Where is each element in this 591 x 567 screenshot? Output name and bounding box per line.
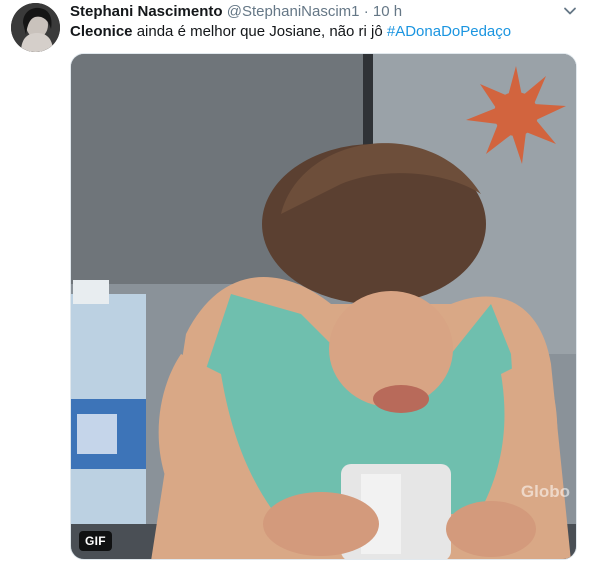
separator-dot: · (363, 3, 369, 20)
hashtag-link[interactable]: #ADonaDoPedaço (387, 23, 511, 40)
gif-badge: GIF (79, 531, 112, 551)
display-name[interactable]: Stephani Nascimento (70, 3, 223, 20)
channel-watermark: Globo (520, 482, 570, 501)
tweet-header: Stephani Nascimento @StephaniNascim1 · 1… (70, 2, 402, 22)
tweet[interactable]: Stephani Nascimento @StephaniNascim1 · 1… (0, 0, 591, 567)
avatar[interactable] (11, 3, 60, 52)
chevron-down-icon[interactable] (563, 4, 577, 18)
gif-media[interactable]: Globo GIF (70, 53, 577, 560)
tweet-text-body: ainda é melhor que Josiane, não ri jô (132, 23, 387, 40)
avatar-image (11, 3, 60, 52)
tweet-text: Cleonice ainda é melhor que Josiane, não… (70, 22, 577, 42)
gif-frame-image (71, 54, 576, 559)
user-handle[interactable]: @StephaniNascim1 (227, 3, 360, 20)
tweet-text-bold: Cleonice (70, 23, 133, 40)
timestamp[interactable]: 10 h (373, 3, 402, 20)
